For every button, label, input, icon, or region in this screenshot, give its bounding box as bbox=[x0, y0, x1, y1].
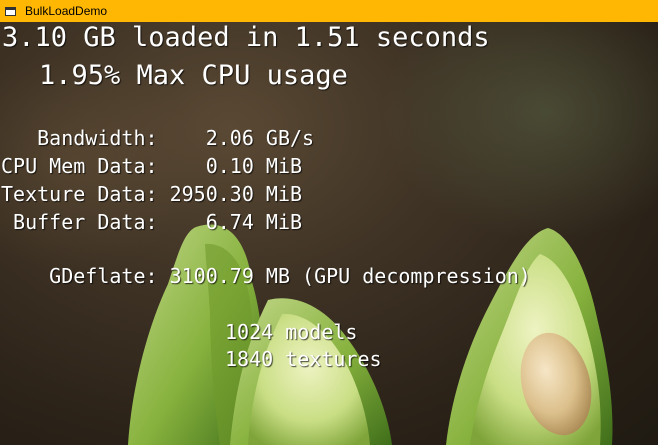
count-row: 1840 textures bbox=[225, 347, 382, 371]
stat-label: Texture Data: bbox=[1, 182, 158, 206]
stat-value: 6.74 MiB bbox=[157, 210, 303, 234]
window-title: BulkLoadDemo bbox=[25, 4, 108, 18]
gdeflate-row: GDeflate: 3100.79 MB (GPU decompression) bbox=[1, 264, 531, 288]
gdeflate-value: 3100.79 MB (GPU decompression) bbox=[157, 264, 531, 288]
stat-row: CPU Mem Data: 0.10 MiB bbox=[1, 154, 302, 178]
title-bar: BulkLoadDemo bbox=[0, 0, 658, 22]
stat-row: Texture Data: 2950.30 MiB bbox=[1, 182, 302, 206]
stat-label: Buffer Data: bbox=[1, 210, 158, 234]
cpu-usage: 1.95% Max CPU usage bbox=[39, 60, 348, 91]
window-icon bbox=[5, 6, 16, 16]
stat-value: 2950.30 MiB bbox=[157, 182, 303, 206]
stat-label: Bandwidth: bbox=[1, 126, 158, 150]
count-value: 1840 bbox=[225, 347, 274, 371]
count-row: 1024 models bbox=[225, 320, 357, 344]
stat-value: 2.06 GB/s bbox=[157, 126, 315, 150]
stat-label: CPU Mem Data: bbox=[1, 154, 158, 178]
count-label: models bbox=[285, 320, 358, 344]
stat-row: Buffer Data: 6.74 MiB bbox=[1, 210, 302, 234]
load-summary: 3.10 GB loaded in 1.51 seconds bbox=[2, 22, 490, 53]
gdeflate-label: GDeflate: bbox=[1, 264, 158, 288]
count-label: textures bbox=[285, 347, 382, 371]
stat-value: 0.10 MiB bbox=[157, 154, 303, 178]
count-value: 1024 bbox=[225, 320, 274, 344]
stat-row: Bandwidth: 2.06 GB/s bbox=[1, 126, 314, 150]
avocado-right bbox=[446, 228, 613, 445]
